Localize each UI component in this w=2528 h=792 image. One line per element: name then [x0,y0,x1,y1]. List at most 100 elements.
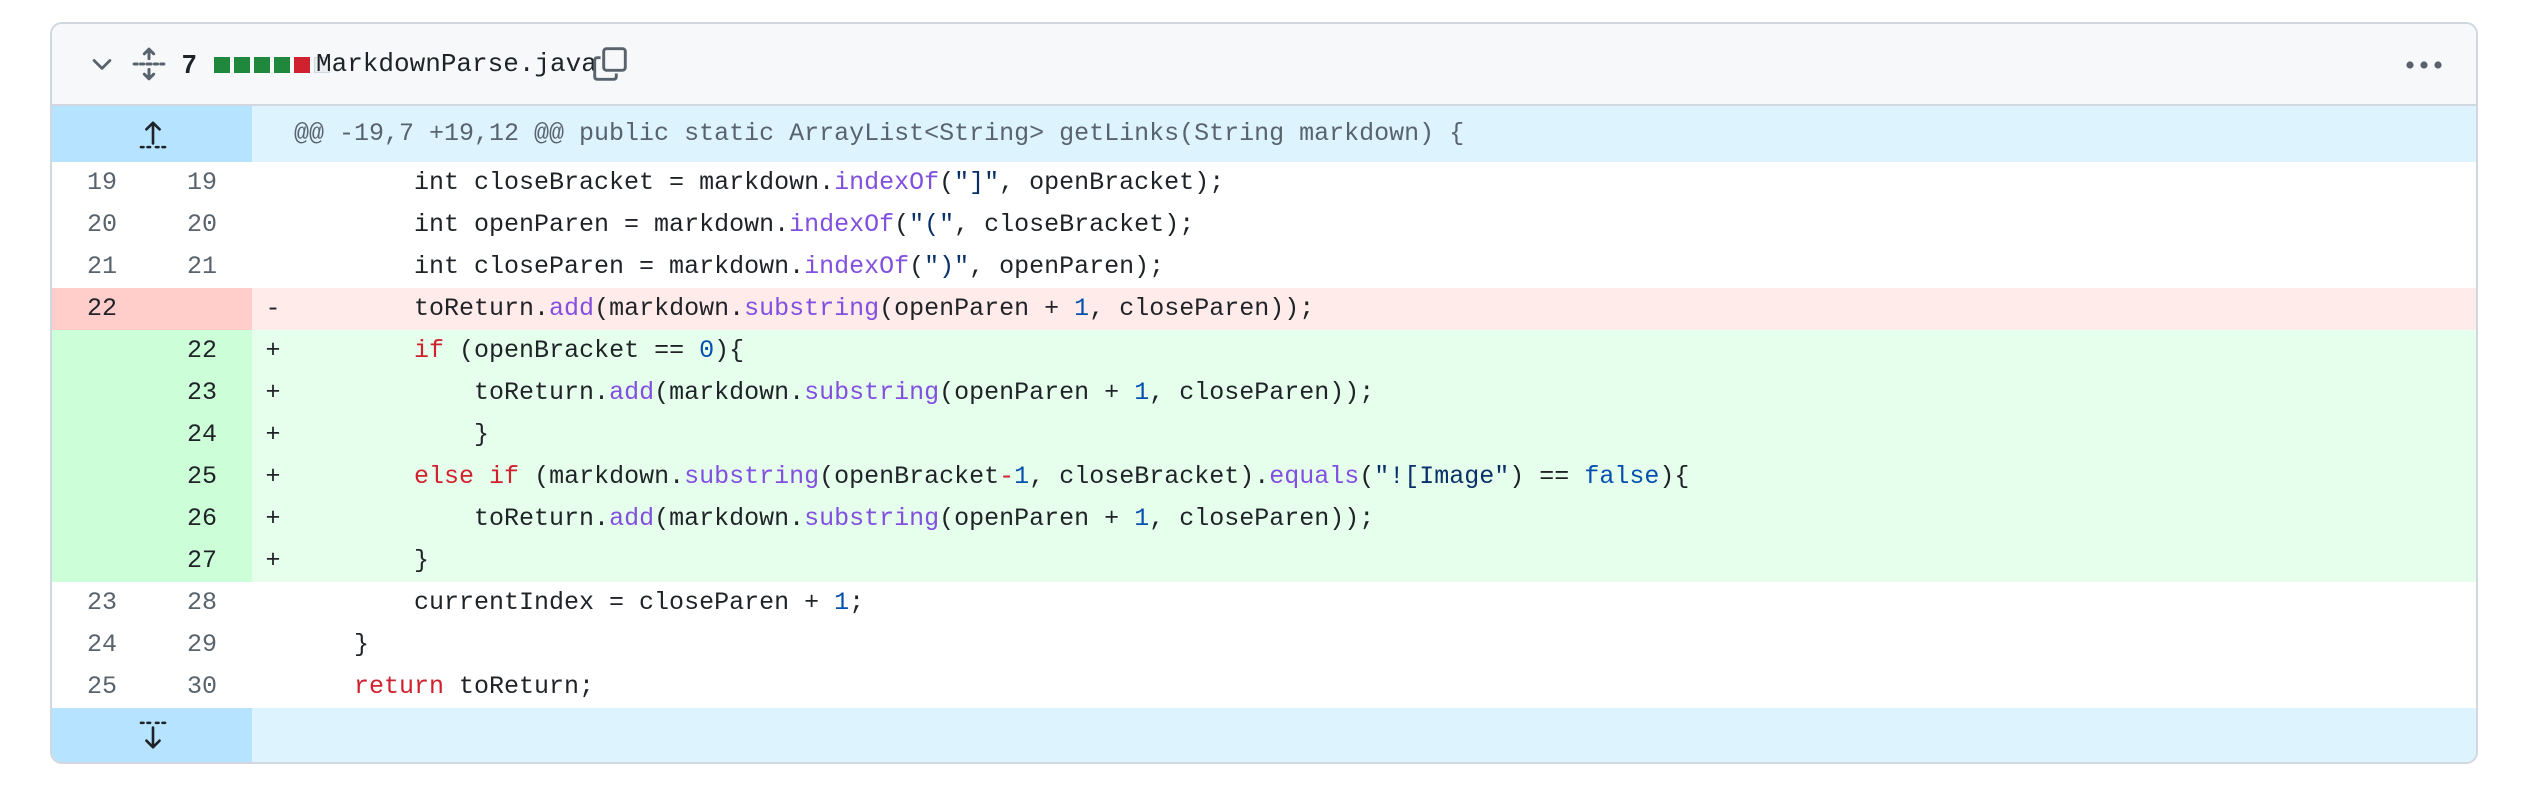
code-token: toReturn. [294,294,550,323]
new-line-number[interactable]: 24 [152,414,252,456]
kebab-horizontal-icon[interactable] [2402,48,2446,82]
diffstat-block [294,57,310,73]
old-line-number[interactable]: 24 [52,624,152,666]
code-line: if (openBracket == 0){ [294,330,2476,372]
code-line: toReturn.add(markdown.substring(openPare… [294,372,2476,414]
old-line-number[interactable] [52,498,152,540]
code-token: (openBracket == [444,336,700,365]
diff-file: 7 MarkdownParse.java @@ -19,7 +19,12 @@ … [50,22,2478,764]
new-line-number[interactable]: 27 [152,540,252,582]
old-line-number[interactable]: 19 [52,162,152,204]
code-token: add [609,378,655,407]
new-line-number[interactable]: 20 [152,204,252,246]
code-token: "![Image" [1374,462,1510,491]
expand-down-icon [139,721,167,749]
diff-line-ctx: 20 20 int openParen = markdown.indexOf("(… [52,204,2476,246]
old-line-number[interactable] [52,372,152,414]
diff-line-ctx: 19 19 int closeBracket = markdown.indexOf… [52,162,2476,204]
diff-line-ctx: 23 28 currentIndex = closeParen + 1; [52,582,2476,624]
unfold-icon[interactable] [132,46,166,82]
code-token: ){ [1659,462,1690,491]
diff-line-add: 25 + else if (markdown.substring(openBrac… [52,456,2476,498]
new-line-number[interactable]: 22 [152,330,252,372]
code-line: return toReturn; [294,666,2476,708]
code-token: (openBracket [819,462,1000,491]
expand-up-button[interactable] [52,106,252,162]
code-token: indexOf [834,168,940,197]
old-line-number[interactable] [52,330,152,372]
code-token: toReturn. [294,378,610,407]
old-line-number[interactable]: 25 [52,666,152,708]
code-token: currentIndex = closeParen + [294,588,835,617]
diff-marker: + [265,462,281,491]
new-line-number[interactable]: 19 [152,162,252,204]
code-token: equals [1269,462,1360,491]
code-token: indexOf [804,252,910,281]
code-token: int openParen = markdown. [294,210,790,239]
code-token: 1 [1014,462,1030,491]
old-line-number[interactable] [52,456,152,498]
expand-down-button[interactable] [52,708,252,762]
diff-marker: + [265,378,281,407]
diffstat-block [254,57,270,73]
code-line: } [294,540,2476,582]
code-token: ( [1359,462,1375,491]
hunk-footer-row [52,708,2476,762]
code-token: (openParen + [939,504,1135,533]
new-line-number[interactable]: 21 [152,246,252,288]
expand-up-icon [139,121,167,149]
old-line-number[interactable]: 20 [52,204,152,246]
file-name[interactable]: MarkdownParse.java [316,48,597,80]
code-token: (openParen + [879,294,1075,323]
diff-marker [252,204,294,246]
code-line: else if (markdown.substring(openBracket-… [294,456,2476,498]
code-token: "(" [909,210,955,239]
old-line-number[interactable]: 22 [52,288,152,330]
code-token: - [999,462,1015,491]
chevron-down-icon[interactable] [88,50,116,78]
code-line: int closeParen = markdown.indexOf(")", o… [294,246,2476,288]
code-token: (markdown. [594,294,745,323]
diff-marker [252,582,294,624]
code-token: 1 [834,588,850,617]
diff-lines: 19 19 int closeBracket = markdown.indexOf… [52,162,2476,708]
diff-marker [252,624,294,666]
new-line-number[interactable]: 30 [152,666,252,708]
code-token: add [609,504,655,533]
diff-marker: + [265,420,281,449]
code-token: substring [684,462,820,491]
code-token: 1 [1134,504,1150,533]
code-token: , closeBracket); [954,210,1195,239]
code-token: "]" [954,168,1000,197]
code-line: toReturn.add(markdown.substring(openPare… [294,288,2476,330]
diff-line-add: 24 + } [52,414,2476,456]
new-line-number[interactable] [152,288,252,330]
code-token: ) == [1509,462,1585,491]
code-token: } [294,420,490,449]
new-line-number[interactable]: 23 [152,372,252,414]
diff-marker [252,246,294,288]
copy-icon[interactable] [592,46,628,82]
old-line-number[interactable] [52,414,152,456]
code-token: (openParen + [939,378,1135,407]
new-line-number[interactable]: 26 [152,498,252,540]
file-header: 7 MarkdownParse.java [52,24,2476,106]
diff-line-ctx: 21 21 int closeParen = markdown.indexOf("… [52,246,2476,288]
code-token: substring [804,504,940,533]
code-token: false [1584,462,1660,491]
code-token: 0 [699,336,715,365]
code-token: else if [414,462,520,491]
new-line-number[interactable]: 25 [152,456,252,498]
code-token: ; [849,588,865,617]
code-token: , closeParen)); [1149,378,1375,407]
old-line-number[interactable]: 21 [52,246,152,288]
old-line-number[interactable]: 23 [52,582,152,624]
new-line-number[interactable]: 29 [152,624,252,666]
old-line-number[interactable] [52,540,152,582]
diffstat-block [214,57,230,73]
new-line-number[interactable]: 28 [152,582,252,624]
diff-line-add: 22 + if (openBracket == 0){ [52,330,2476,372]
